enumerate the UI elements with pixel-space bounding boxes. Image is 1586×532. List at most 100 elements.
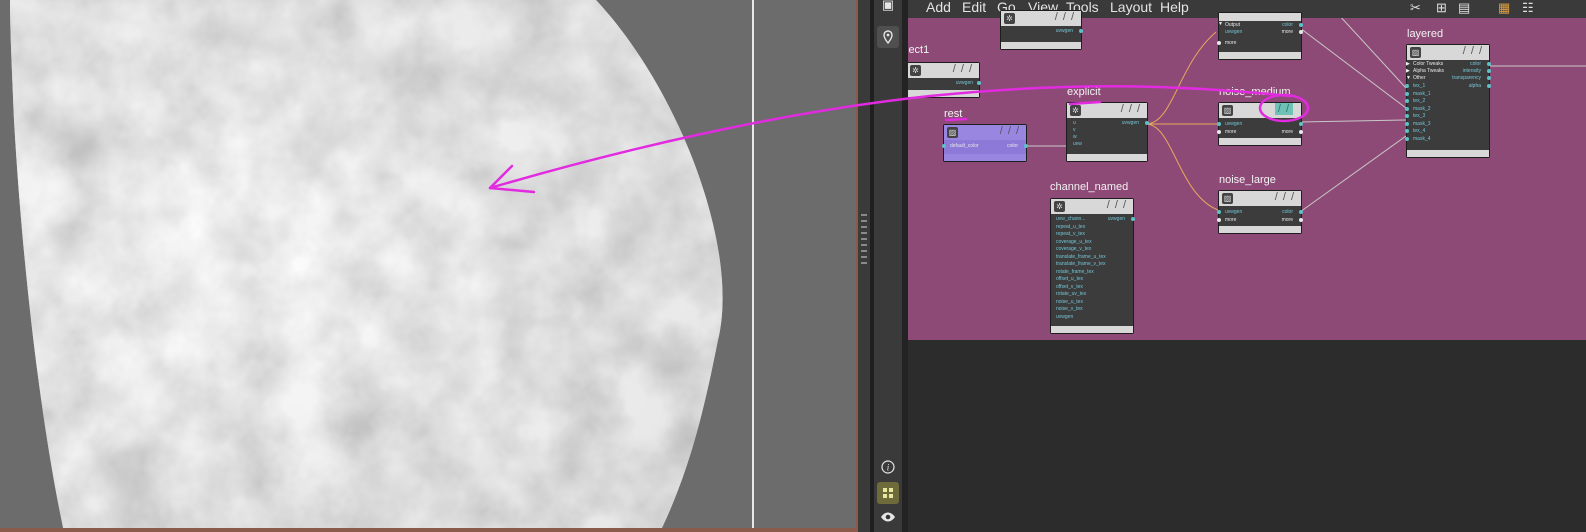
expand-triangle[interactable]: ▶	[1406, 61, 1410, 67]
port-in: rotate_uv_tex	[1056, 291, 1087, 297]
port-dot[interactable]	[1405, 137, 1409, 141]
port-dot[interactable]	[1299, 218, 1303, 222]
port-dot[interactable]	[1217, 210, 1221, 214]
menu-help[interactable]: Help	[1160, 0, 1189, 18]
port-in: repeat_u_tex	[1056, 224, 1086, 230]
menu-edit[interactable]: Edit	[962, 0, 986, 18]
port-in: tex_3	[1413, 113, 1426, 119]
port-out: color	[1282, 22, 1293, 28]
port-dot[interactable]	[1217, 130, 1221, 134]
port-group: Color Tweaks	[1413, 61, 1444, 67]
menu-layout[interactable]: Layout	[1110, 0, 1152, 18]
port-dot[interactable]	[977, 81, 981, 85]
list-icon[interactable]: ▤	[1458, 0, 1470, 16]
node-object1[interactable]: ✲ / / / uvwgen	[908, 62, 981, 98]
port-in: noise_v_tex	[1056, 306, 1083, 312]
port-out: transparency	[1452, 75, 1481, 81]
node-type-icon: ▨	[947, 127, 958, 138]
node-type-icon: ✲	[1054, 201, 1065, 212]
ladder-icon[interactable]: ⊞	[1436, 0, 1447, 16]
node-noise-large[interactable]: ▨ / / / uvwgen more color more	[1217, 190, 1303, 234]
port-dot[interactable]	[1217, 41, 1221, 45]
port-dot[interactable]	[1299, 30, 1303, 34]
port-in: tex_2	[1413, 98, 1426, 104]
port-dot[interactable]	[1299, 23, 1303, 27]
swatch-list-icon[interactable]: ☷	[1522, 0, 1534, 16]
port-dot[interactable]	[1299, 130, 1303, 134]
splitter-grip	[861, 250, 867, 252]
svg-text:i: i	[887, 463, 890, 473]
port-out: more	[1281, 217, 1293, 223]
port-in: uvw	[1073, 141, 1082, 147]
port-dot[interactable]	[1487, 62, 1491, 66]
port-in: noise_u_tex	[1056, 299, 1083, 305]
port-dot[interactable]	[1487, 84, 1491, 88]
viewport[interactable]	[0, 0, 858, 532]
port-dot[interactable]	[1405, 107, 1409, 111]
node-channel-named[interactable]: ✲ / / / uvw_chann... repeat_u_tex repeat_…	[1050, 198, 1135, 334]
port-out: uvwgen	[1055, 28, 1073, 34]
port-dot[interactable]	[1299, 210, 1303, 214]
node-canvas[interactable]: ✲ / / / uvwgen ject1 ✲ / / / uvwgen rest ▨…	[908, 10, 1586, 340]
port-in: more	[1225, 129, 1237, 135]
port-dot[interactable]	[1217, 218, 1221, 222]
network-toolbar: ▣ i	[874, 0, 902, 532]
node-rest[interactable]: ▨ / / / default_color color	[942, 124, 1028, 162]
port-dot[interactable]	[1131, 217, 1135, 221]
port-dot[interactable]	[1405, 114, 1409, 118]
node-noise-medium[interactable]: ▨ / / uvwgen more more	[1217, 102, 1303, 146]
port-dot[interactable]	[942, 144, 946, 148]
port-in: rotate_frame_tex	[1056, 269, 1094, 275]
pin-icon[interactable]	[877, 26, 899, 48]
port-dot[interactable]	[1405, 92, 1409, 96]
port-in: offset_u_tex	[1056, 276, 1084, 282]
node-noise-top[interactable]: ▼ Output uvwgen more color more	[1217, 12, 1303, 60]
node-label-noise-medium: noise_medium	[1219, 86, 1291, 98]
port-in: repeat_v_tex	[1056, 231, 1085, 237]
port-in: mask_3	[1413, 121, 1431, 127]
splitter-grip	[861, 262, 867, 264]
image-icon[interactable]: ▣	[877, 0, 899, 16]
collapse-triangle[interactable]: ▼	[1406, 75, 1411, 81]
port-in: tex_4	[1413, 128, 1426, 134]
color-palette-icon[interactable]: ▦	[1498, 0, 1510, 16]
port-dot[interactable]	[1145, 121, 1149, 125]
port-in: coverage_v_tex	[1056, 246, 1092, 252]
node-explicit[interactable]: ✲ / / / u v w uvw uvwgen	[1066, 102, 1149, 162]
splitter-grip	[861, 220, 867, 222]
port-out: intensity	[1462, 68, 1481, 74]
pane-splitter[interactable]	[858, 0, 870, 532]
port-in: mask_1	[1413, 91, 1431, 97]
port-dot[interactable]	[1405, 84, 1409, 88]
port-in: tex_1	[1413, 83, 1426, 89]
wrench-icon[interactable]: ✂	[1410, 0, 1421, 16]
grid-icon[interactable]	[877, 482, 899, 504]
port-dot[interactable]	[1405, 99, 1409, 103]
port-in: more	[1225, 40, 1237, 46]
port-in: uvw_chann...	[1056, 216, 1086, 222]
port-in: uvwgen	[1225, 209, 1243, 215]
node-layered[interactable]: ▨ / / / ▶ ▶ ▼ Color Tweaks Alpha Tweaks O…	[1405, 44, 1491, 158]
expand-triangle[interactable]: ▶	[1406, 68, 1410, 74]
node-type-icon: ✲	[1004, 13, 1015, 24]
port-dot[interactable]	[1487, 76, 1491, 80]
port-in: translate_frame_v_tex	[1056, 261, 1106, 267]
port-out: color	[1007, 143, 1018, 149]
menu-add[interactable]: Add	[926, 0, 951, 18]
collapse-triangle[interactable]: ▼	[1218, 21, 1223, 27]
port-out: color	[1470, 61, 1481, 67]
port-dot[interactable]	[1024, 144, 1028, 148]
port-dot[interactable]	[1217, 122, 1221, 126]
info-icon[interactable]: i	[877, 456, 899, 478]
port-in: mask_4	[1413, 136, 1431, 142]
port-dot[interactable]	[1405, 122, 1409, 126]
port-dot[interactable]	[1405, 129, 1409, 133]
port-dot[interactable]	[1299, 122, 1303, 126]
node-top[interactable]: ✲ / / / uvwgen	[1000, 10, 1083, 50]
port-out: uvwgen	[1107, 216, 1125, 222]
port-dot[interactable]	[1487, 69, 1491, 73]
network-editor: Add Edit Go View Tools Layout Help ✂ ⊞ ▤…	[908, 0, 1586, 532]
port-in: v	[1073, 127, 1076, 133]
eye-icon[interactable]	[877, 506, 899, 528]
port-dot[interactable]	[1079, 29, 1083, 33]
